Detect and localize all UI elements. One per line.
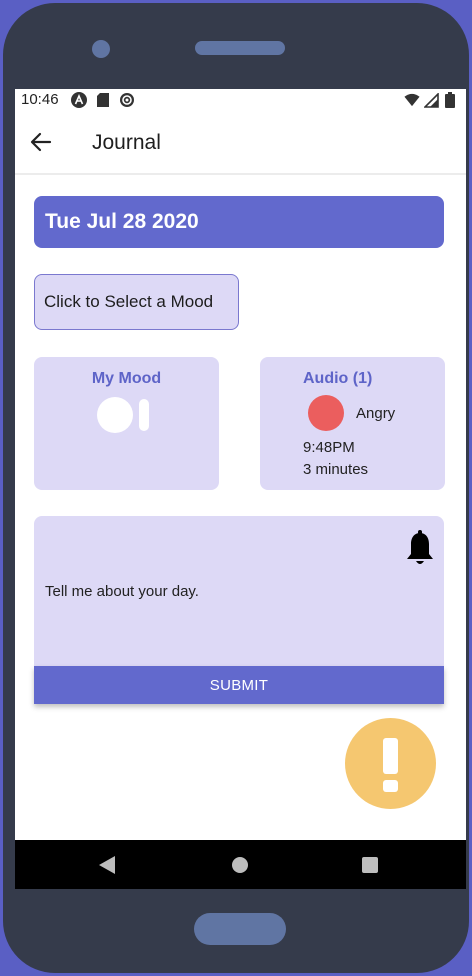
journal-placeholder: Tell me about your day. [45, 583, 199, 600]
a-badge-icon [71, 92, 87, 108]
home-circle-icon[interactable] [232, 857, 248, 873]
status-icons-right [404, 92, 458, 108]
page-title: Journal [92, 131, 161, 154]
app-bar: Journal [15, 111, 466, 175]
device-screen: 10:46 Journal Tue Jul 28 2020 Click to S… [15, 89, 466, 889]
bell-icon[interactable] [405, 530, 435, 568]
my-mood-card[interactable]: My Mood [34, 357, 219, 490]
mood-placeholder-bar [139, 399, 149, 431]
emotion-label: Angry [356, 405, 396, 422]
sd-card-icon [95, 92, 111, 108]
status-bar: 10:46 [15, 89, 466, 111]
mood-placeholder-circle [97, 397, 133, 433]
emotion-color-dot[interactable] [308, 395, 344, 431]
hardware-home-button[interactable] [194, 913, 286, 945]
recents-square-icon[interactable] [362, 857, 378, 873]
my-mood-title: My Mood [91, 370, 162, 387]
sync-icon [119, 92, 135, 108]
signal-icon [423, 92, 439, 108]
earpiece-speaker [195, 41, 285, 55]
audio-recorded-time: 9:48PM [303, 439, 355, 456]
wifi-icon [404, 92, 420, 108]
exclamation-icon [383, 738, 398, 774]
mood-placeholder-icon [97, 397, 153, 433]
audio-card[interactable]: Audio (1) Angry 9:48PM 3 minutes [260, 357, 445, 490]
front-camera [92, 40, 110, 58]
phone-frame: 10:46 Journal Tue Jul 28 2020 Click to S… [3, 3, 469, 973]
audio-card-title: Audio (1) [303, 370, 373, 387]
alert-fab-button[interactable] [345, 718, 436, 809]
select-mood-button[interactable]: Click to Select a Mood [34, 274, 239, 330]
status-icons-left [71, 92, 135, 108]
battery-icon [442, 92, 458, 108]
exclamation-dot [383, 780, 398, 792]
back-triangle-icon[interactable] [98, 855, 116, 875]
audio-duration: 3 minutes [303, 461, 369, 478]
journal-text-area[interactable]: Tell me about your day. [34, 516, 444, 666]
status-time: 10:46 [21, 91, 59, 108]
submit-button[interactable]: SUBMIT [34, 666, 444, 704]
entry-date-header: Tue Jul 28 2020 [34, 196, 444, 248]
arrow-left-icon[interactable] [30, 131, 52, 153]
system-nav-bar [15, 840, 466, 889]
